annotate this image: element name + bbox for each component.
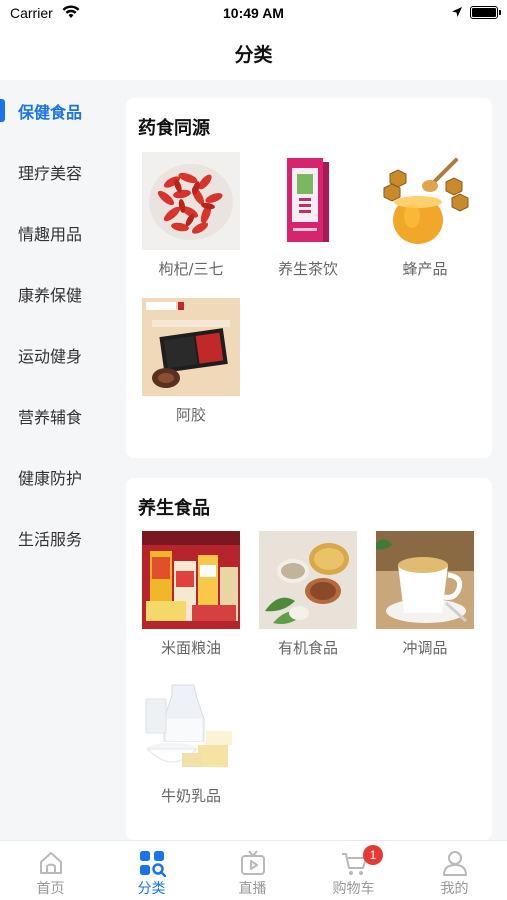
section-card: 药食同源 枸杞/三七 养生茶饮 蜂产品 阿胶 xyxy=(126,98,492,458)
product-label: 养生茶饮 xyxy=(277,260,338,278)
tab-profile[interactable]: 我的 xyxy=(404,841,505,900)
status-bar: Carrier 10:49 AM xyxy=(0,0,507,28)
product-label: 米面粮油 xyxy=(160,639,221,657)
section-title: 养生食品 xyxy=(138,498,210,519)
product-label: 冲调品 xyxy=(402,639,448,657)
sidebar-item-label: 理疗美容 xyxy=(18,163,83,183)
tea-box-image xyxy=(259,152,357,250)
profile-icon xyxy=(443,851,467,876)
sidebar-item-life-services[interactable]: 生活服务 xyxy=(0,507,124,568)
tab-live[interactable]: 直播 xyxy=(202,841,303,900)
sidebar-item-label: 康养保健 xyxy=(18,285,83,305)
battery-icon xyxy=(470,6,501,19)
location-arrow-icon xyxy=(452,7,462,17)
milk-tea-cup-image xyxy=(376,531,474,629)
product-label: 枸杞/三七 xyxy=(158,260,224,278)
live-tv-icon xyxy=(241,850,265,875)
sidebar-item-health-food[interactable]: 保健食品 xyxy=(0,80,124,141)
tab-bar: 首页 分类 直播 1 购物车 我的 xyxy=(0,840,507,900)
product-tile[interactable]: 牛奶乳品 xyxy=(142,679,242,806)
category-sidebar: 保健食品 理疗美容 情趣用品 康养保健 运动健身 营养辅食 健康防护 生活服务 xyxy=(0,80,124,840)
clock: 10:49 AM xyxy=(223,5,284,21)
product-tile[interactable]: 养生茶饮 xyxy=(259,152,359,279)
sidebar-item-fitness[interactable]: 运动健身 xyxy=(0,324,124,385)
ejiao-box-image xyxy=(142,298,240,396)
page-title: 分类 xyxy=(234,44,273,66)
tab-home[interactable]: 首页 xyxy=(0,841,101,900)
organic-grains-image xyxy=(259,531,357,629)
tab-label: 分类 xyxy=(137,881,166,897)
section-title: 药食同源 xyxy=(138,118,210,139)
product-tile[interactable]: 冲调品 xyxy=(376,531,476,658)
sidebar-item-nutrition[interactable]: 营养辅食 xyxy=(0,385,124,446)
tab-cart[interactable]: 1 购物车 xyxy=(303,841,404,900)
grain-oil-image xyxy=(142,531,240,629)
tab-category[interactable]: 分类 xyxy=(101,841,202,900)
home-icon xyxy=(40,852,62,874)
product-tile[interactable]: 阿胶 xyxy=(142,298,242,425)
category-icon xyxy=(140,851,166,877)
dairy-image xyxy=(142,679,240,777)
tab-label: 首页 xyxy=(36,881,65,897)
nav-bar: 分类 xyxy=(0,28,507,80)
sidebar-item-label: 情趣用品 xyxy=(18,224,83,244)
category-content: 药食同源 枸杞/三七 养生茶饮 蜂产品 阿胶 养生食品 米面粮油 有机食品 冲调… xyxy=(124,80,507,840)
sidebar-item-adult-products[interactable]: 情趣用品 xyxy=(0,202,124,263)
goji-berry-image xyxy=(142,152,240,250)
section-card: 养生食品 米面粮油 有机食品 冲调品 牛奶乳品 xyxy=(126,478,492,840)
product-tile[interactable]: 枸杞/三七 xyxy=(142,152,242,279)
product-label: 牛奶乳品 xyxy=(160,787,221,805)
product-tile[interactable]: 米面粮油 xyxy=(142,531,242,658)
sidebar-item-health-protection[interactable]: 健康防护 xyxy=(0,446,124,507)
product-label: 有机食品 xyxy=(277,639,338,657)
sidebar-item-wellness-care[interactable]: 康养保健 xyxy=(0,263,124,324)
product-tile[interactable]: 蜂产品 xyxy=(376,152,476,279)
tab-label: 我的 xyxy=(440,881,469,897)
cart-count-badge: 1 xyxy=(363,845,383,865)
tab-label: 购物车 xyxy=(332,881,375,897)
product-label: 阿胶 xyxy=(175,406,206,424)
sidebar-item-label: 健康防护 xyxy=(18,468,83,488)
sidebar-item-therapy-beauty[interactable]: 理疗美容 xyxy=(0,141,124,202)
honey-image xyxy=(376,152,474,250)
sidebar-item-label: 保健食品 xyxy=(18,102,83,122)
sidebar-item-label: 营养辅食 xyxy=(18,407,83,427)
sidebar-item-label: 运动健身 xyxy=(18,346,83,366)
sidebar-item-label: 生活服务 xyxy=(18,529,83,549)
product-label: 蜂产品 xyxy=(402,260,448,278)
tab-label: 直播 xyxy=(238,881,267,897)
product-tile[interactable]: 有机食品 xyxy=(259,531,359,658)
active-indicator xyxy=(0,99,5,122)
